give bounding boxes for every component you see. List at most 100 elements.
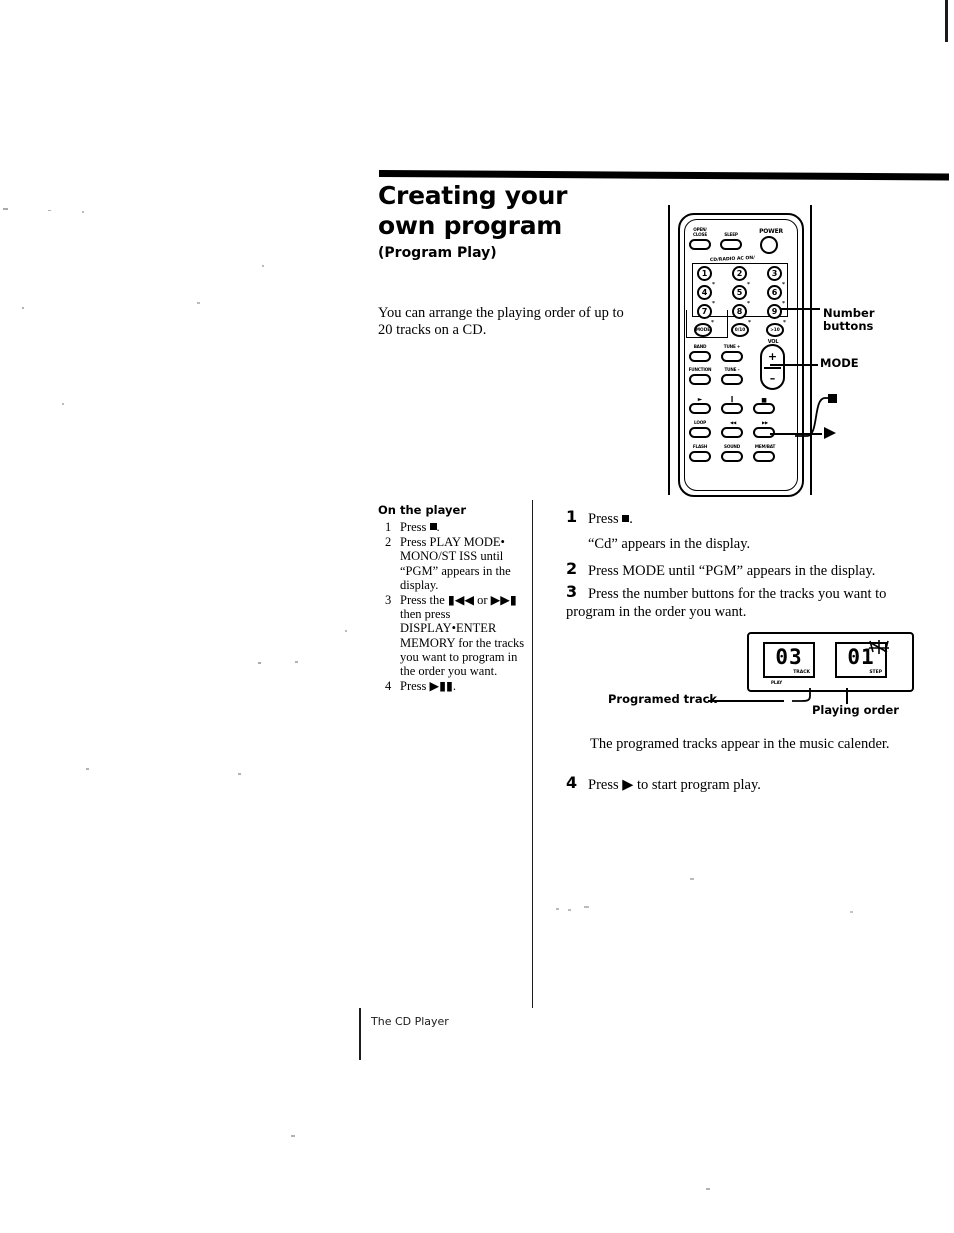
- scan-speck: [48, 210, 51, 211]
- play-icon: ►: [697, 396, 703, 403]
- footer-text: The CD Player: [371, 1015, 449, 1028]
- play-button[interactable]: [689, 403, 711, 414]
- footer-rule: [359, 1008, 361, 1060]
- volume-down-icon: –: [769, 372, 776, 385]
- number-button-8[interactable]: 8: [732, 304, 747, 319]
- callout-mode: MODE: [820, 356, 859, 370]
- tune-minus-label: TUNE –: [724, 367, 740, 372]
- callout-number-buttons: Number buttons: [823, 306, 875, 333]
- sleep-label: SLEEP: [724, 232, 738, 237]
- leader-line-play: [770, 433, 822, 435]
- number-button-5[interactable]: 5: [732, 285, 747, 300]
- number-button-9[interactable]: 9: [767, 304, 782, 319]
- mode-button[interactable]: MODE: [694, 323, 712, 337]
- volume-up-icon: +: [767, 350, 778, 363]
- asterisk-mark: *: [782, 301, 785, 307]
- intro-text: You can arrange the playing order of up …: [378, 305, 624, 338]
- list-item-text: Press .: [400, 520, 440, 534]
- scan-speck: [262, 265, 264, 267]
- leader-line-playing-order: [846, 688, 848, 704]
- scan-speck: [556, 908, 559, 910]
- asterisk-mark: *: [747, 301, 750, 307]
- number-button-4[interactable]: 4: [697, 285, 712, 300]
- asterisk-mark: *: [711, 320, 714, 326]
- scan-artifact-edge: [945, 0, 948, 42]
- number-button-7[interactable]: 7: [697, 304, 712, 319]
- column-divider: [532, 500, 534, 1008]
- title-rule: [378, 170, 950, 181]
- track-segment: 03 TRACK: [763, 642, 815, 678]
- leader-curve-programed-track: [792, 688, 811, 702]
- list-item: 4 Press ▶▮▮.: [385, 679, 525, 693]
- illustration-border-left: [668, 205, 670, 495]
- scan-speck: [258, 662, 261, 664]
- number-button-2[interactable]: 2: [732, 266, 747, 281]
- tune-plus-button[interactable]: [721, 351, 743, 362]
- step-number: 1: [566, 507, 578, 526]
- number-button-6[interactable]: 6: [767, 285, 782, 300]
- step-number: 2: [566, 559, 578, 578]
- scan-speck: [568, 909, 571, 911]
- scan-speck: [82, 211, 84, 213]
- function-button[interactable]: [689, 374, 711, 385]
- play-indicator-label: PLAY: [771, 680, 783, 685]
- list-item: 3 Press the ▮◀◀ or ▶▶▮ then press DISPLA…: [385, 593, 525, 678]
- rocker-divider: [764, 367, 781, 369]
- leader-line-mode: [770, 364, 818, 366]
- on-the-player-list: 1 Press . 2 Press PLAY MODE• MONO/ST ISS…: [385, 520, 525, 694]
- callout-play-symbol: [824, 427, 836, 439]
- open-close-label: OPEN/CLOSE: [692, 227, 708, 237]
- asterisk-mark: *: [712, 301, 715, 307]
- forward-icon: ▶▶: [761, 420, 769, 425]
- on-the-player-heading: On the player: [378, 503, 467, 517]
- number-button-3[interactable]: 3: [767, 266, 782, 281]
- scan-speck: [690, 878, 694, 880]
- page-title-line2: own program: [378, 211, 563, 240]
- main-step-1: 1 Press .: [566, 507, 916, 528]
- remote-body: OPEN/CLOSE SLEEP POWER CD/RADIO AC ON/ 1…: [678, 213, 804, 497]
- track-label: TRACK: [793, 670, 810, 675]
- power-button[interactable]: [760, 236, 778, 254]
- tune-minus-button[interactable]: [721, 374, 743, 385]
- sleep-button[interactable]: [720, 239, 742, 250]
- scan-speck: [291, 1135, 295, 1137]
- band-label: BAND: [693, 344, 707, 349]
- list-item-number: 4: [385, 679, 392, 694]
- scan-speck: [22, 307, 24, 309]
- over-ten-button[interactable]: >10: [766, 323, 784, 337]
- asterisk-mark: *: [748, 320, 751, 326]
- rewind-icon: ◀◀: [729, 420, 737, 425]
- pause-button[interactable]: [721, 403, 743, 414]
- number-button-1[interactable]: 1: [697, 266, 712, 281]
- function-label: FUNCTION: [688, 367, 712, 372]
- step-text: Press MODE until “PGM” appears in the di…: [588, 563, 876, 579]
- scan-speck: [238, 773, 241, 775]
- band-button[interactable]: [689, 351, 711, 362]
- page-title: Creating your own program: [378, 181, 678, 241]
- mem-bat-button[interactable]: [753, 451, 775, 462]
- callout-stop-symbol: [828, 394, 837, 403]
- calendar-note: The programed tracks appear in the music…: [590, 736, 890, 752]
- scan-speck: [62, 403, 64, 405]
- rewind-button[interactable]: [721, 427, 743, 438]
- list-item-number: 2: [385, 535, 392, 550]
- sound-button[interactable]: [721, 451, 743, 462]
- step-text: Press the number buttons for the tracks …: [566, 586, 887, 620]
- stop-button[interactable]: [753, 403, 775, 414]
- volume-rocker[interactable]: + –: [760, 344, 785, 390]
- step-text: Press ▶ to start program play.: [588, 777, 761, 793]
- step-number: 4: [566, 773, 578, 792]
- illustration-border-right: [810, 205, 812, 495]
- callout-playing-order: Playing order: [812, 703, 899, 717]
- open-close-button[interactable]: [689, 239, 711, 250]
- step-label: STEP: [869, 670, 882, 675]
- blink-indicator-icon: [869, 640, 889, 654]
- main-step-3: 3 Press the number buttons for the track…: [566, 582, 911, 621]
- list-item-text: Press the ▮◀◀ or ▶▶▮ then press DISPLAY•…: [400, 593, 525, 679]
- zero-ten-button[interactable]: 0/10: [731, 323, 749, 337]
- stop-icon: [429, 523, 437, 530]
- scan-speck: [850, 911, 853, 913]
- flash-button[interactable]: [689, 451, 711, 462]
- sound-label: SOUND: [724, 444, 740, 449]
- loop-button[interactable]: [689, 427, 711, 438]
